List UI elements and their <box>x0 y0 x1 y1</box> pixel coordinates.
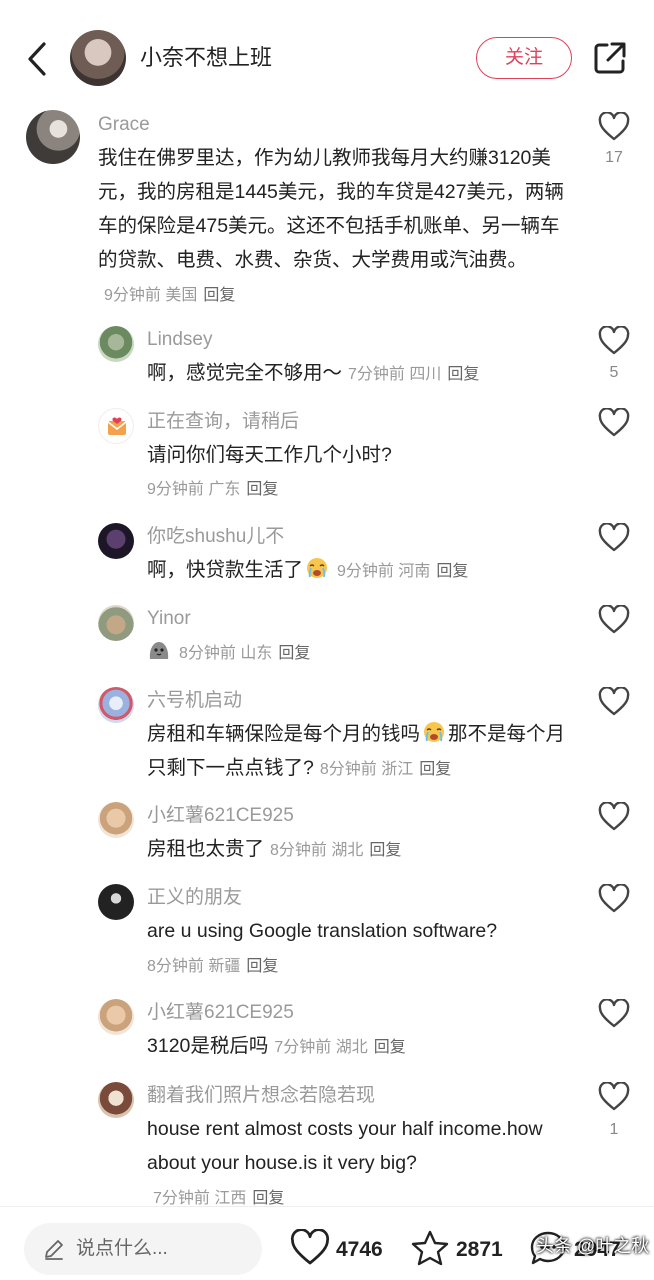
reply-button[interactable]: 回复 <box>436 563 468 580</box>
comment-meta: 7分钟前 四川 回复 <box>348 366 480 383</box>
heart-icon[interactable] <box>598 687 630 717</box>
comment-text[interactable]: 啊，感觉完全不够用～ 7分钟前 四川 回复 <box>147 356 577 392</box>
crying-face-emoji-icon <box>424 722 445 742</box>
reply-button[interactable]: 回复 <box>278 645 310 662</box>
comment-username[interactable]: Yinor <box>147 607 191 631</box>
comment-meta: 8分钟前 山东 回复 <box>179 645 311 662</box>
comment-meta: 8分钟前 浙江 回复 <box>319 761 452 778</box>
reply-button[interactable]: 回复 <box>369 842 401 859</box>
comment-username[interactable]: 正义的朋友 <box>147 886 242 910</box>
comment-input[interactable]: 说点什么... <box>24 1223 262 1275</box>
avatar[interactable] <box>98 1082 134 1118</box>
comment-username[interactable]: 小红薯621CE925 <box>147 1001 294 1025</box>
comment-username[interactable]: 你吃shushu儿不 <box>147 525 284 549</box>
follow-button[interactable]: 关注 <box>476 37 572 79</box>
avatar[interactable] <box>98 802 134 838</box>
reply-button[interactable]: 回复 <box>246 481 278 498</box>
comment-username[interactable]: 正在查询，请稍后 <box>147 410 299 434</box>
avatar[interactable] <box>98 687 134 723</box>
comment-input-placeholder: 说点什么... <box>76 1238 168 1259</box>
heart-icon <box>290 1229 330 1265</box>
share-icon[interactable] <box>592 40 628 76</box>
like-total: 4746 <box>336 1238 383 1261</box>
comment-meta: 9分钟前 美国 回复 <box>104 287 236 304</box>
favorite-button[interactable]: 2871 <box>410 1229 520 1269</box>
comment-username[interactable]: 翻着我们照片想念若隐若现 <box>147 1084 375 1108</box>
avatar[interactable] <box>98 884 134 920</box>
grey-blob-emoji-icon <box>149 642 169 659</box>
author-avatar[interactable] <box>70 30 126 86</box>
like-count: 1 <box>609 1121 619 1138</box>
watermark: 头条 @叶之秋 <box>536 1236 650 1256</box>
reply-button[interactable]: 回复 <box>374 1039 406 1056</box>
like-count: 5 <box>609 364 619 381</box>
favorite-total: 2871 <box>456 1238 503 1261</box>
comment-username[interactable]: Lindsey <box>147 328 213 352</box>
avatar[interactable] <box>26 110 80 164</box>
like-count: 17 <box>605 149 623 166</box>
comment-text[interactable]: house rent almost costs your half income… <box>147 1112 547 1216</box>
top-bar: 小奈不想上班 关注 <box>0 0 654 112</box>
avatar[interactable] <box>98 408 134 444</box>
reply-button[interactable]: 回复 <box>252 1190 284 1207</box>
crying-face-emoji-icon <box>307 558 328 578</box>
like-button[interactable]: 4746 <box>290 1229 400 1269</box>
comment-meta: 8分钟前 新疆 回复 <box>147 958 279 975</box>
comment-text[interactable]: 啊，快贷款生活了 9分钟前 河南 回复 <box>147 553 577 589</box>
reply-button[interactable]: 回复 <box>203 287 235 304</box>
comment-text[interactable]: 房租和车辆保险是每个月的钱吗 那不是每个月只剩下一点点钱了? 8分钟前 浙江 回复 <box>147 717 567 787</box>
comment-username[interactable]: 小红薯621CE925 <box>147 804 294 828</box>
heart-icon[interactable] <box>598 1082 630 1112</box>
comment-text[interactable]: 8分钟前 山东 回复 <box>147 635 577 671</box>
heart-icon[interactable] <box>598 523 630 553</box>
avatar[interactable] <box>98 523 134 559</box>
comment-meta: 7分钟前 湖北 回复 <box>274 1039 406 1056</box>
comment-meta: 9分钟前 河南 回复 <box>337 563 469 580</box>
heart-icon[interactable] <box>598 408 630 438</box>
comment-meta: 7分钟前 江西 回复 <box>153 1190 285 1207</box>
envelope-icon <box>107 417 127 435</box>
avatar[interactable] <box>98 999 134 1035</box>
heart-icon[interactable] <box>598 884 630 914</box>
reply-button[interactable]: 回复 <box>447 366 479 383</box>
heart-icon[interactable] <box>598 605 630 635</box>
comment-text[interactable]: are u using Google translation software? <box>147 914 577 948</box>
comment-meta: 9分钟前 广东 回复 <box>147 481 279 498</box>
comment-text[interactable]: 3120是税后吗 7分钟前 湖北 回复 <box>147 1029 577 1065</box>
comment-text[interactable]: 房租也太贵了 8分钟前 湖北 回复 <box>147 832 577 868</box>
avatar[interactable] <box>98 605 134 641</box>
comment-username[interactable]: Grace <box>98 113 150 137</box>
heart-icon[interactable] <box>598 999 630 1029</box>
heart-icon[interactable] <box>598 112 630 142</box>
reply-button[interactable]: 回复 <box>419 761 451 778</box>
comment-text[interactable]: 我住在佛罗里达，作为幼儿教师我每月大约赚3120美元，我的房租是1445美元，我… <box>98 141 568 313</box>
heart-icon[interactable] <box>598 802 630 832</box>
reply-button[interactable]: 回复 <box>246 958 278 975</box>
comment-text[interactable]: 请问你们每天工作几个小时? <box>147 438 577 472</box>
comment-username[interactable]: 六号机启动 <box>147 689 242 713</box>
heart-icon[interactable] <box>598 326 630 356</box>
pen-icon <box>45 1240 63 1260</box>
back-icon[interactable] <box>22 40 52 78</box>
avatar[interactable] <box>98 326 134 362</box>
star-icon <box>411 1230 449 1266</box>
comment-meta: 8分钟前 湖北 回复 <box>270 842 402 859</box>
author-name[interactable]: 小奈不想上班 <box>140 44 272 72</box>
